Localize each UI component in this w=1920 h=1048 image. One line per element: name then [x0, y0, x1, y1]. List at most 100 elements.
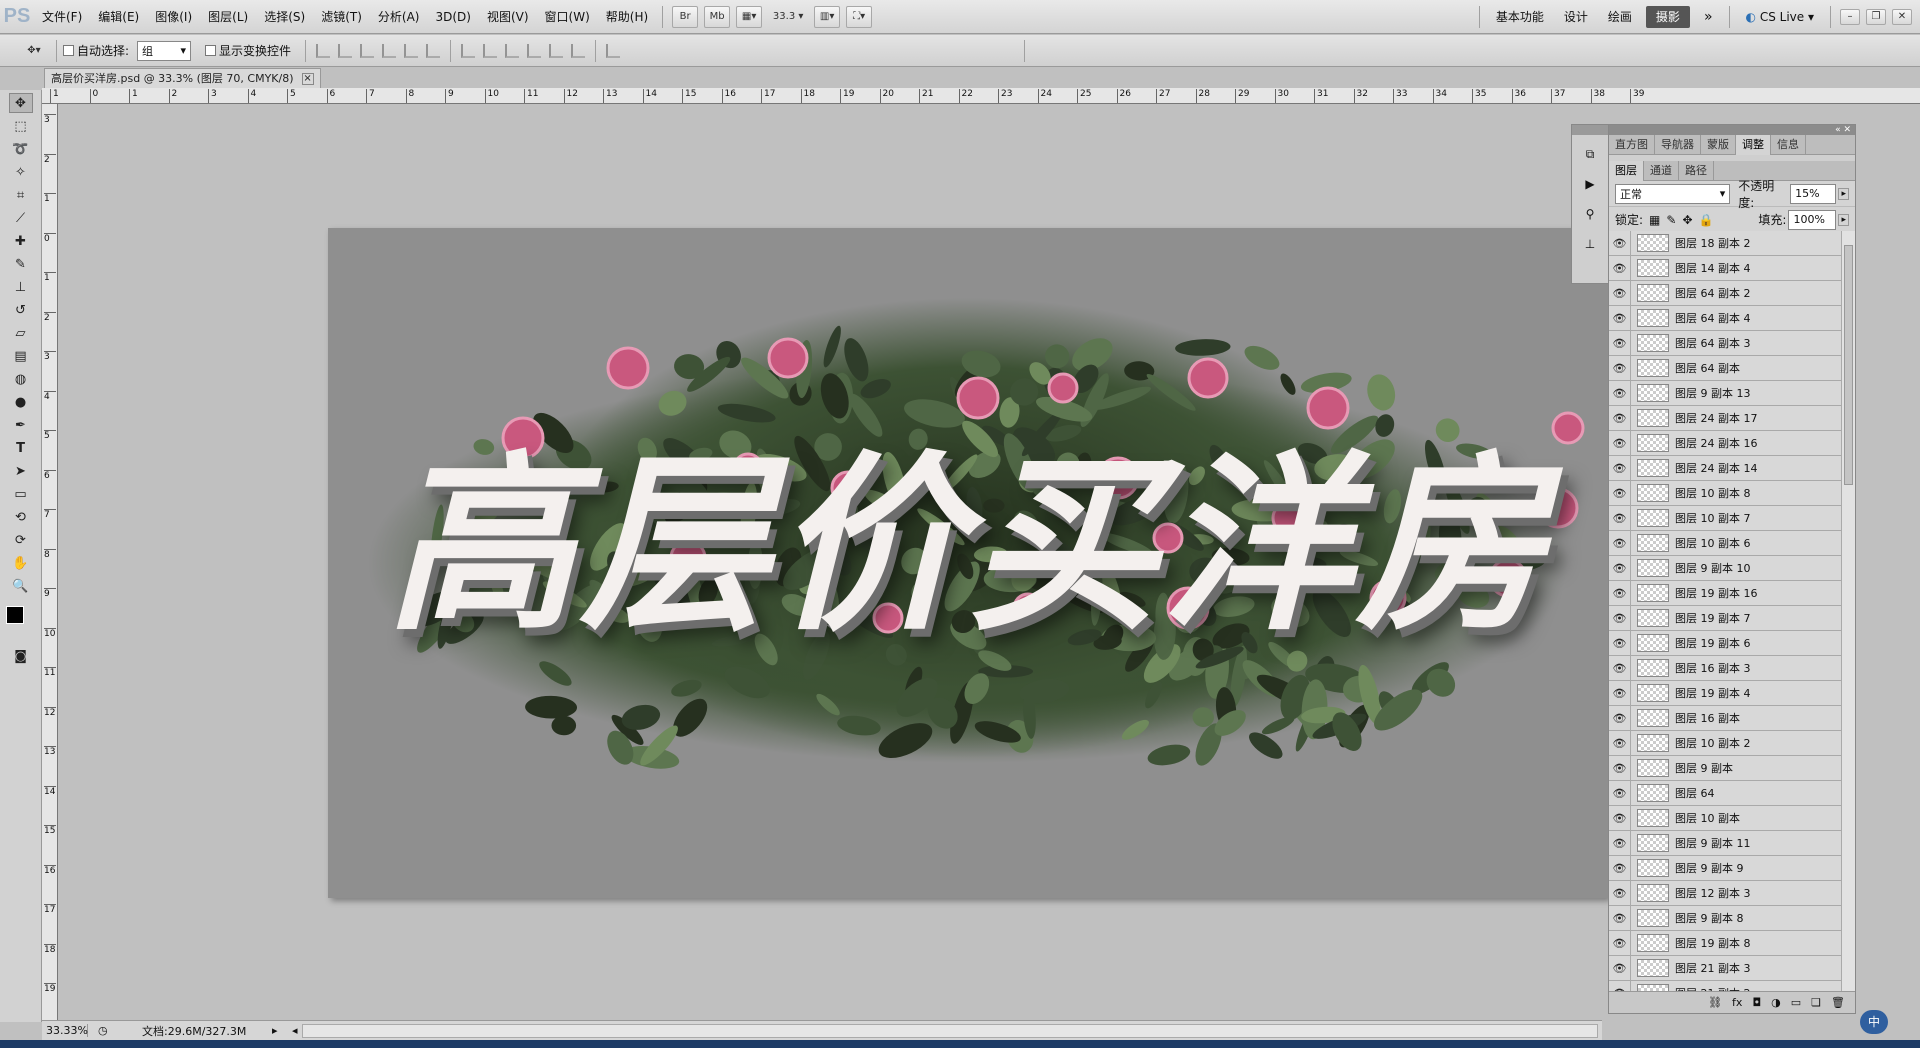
layer-row[interactable]: 👁 图层 9 副本 9	[1609, 855, 1841, 881]
lasso-tool-icon[interactable]: ➰	[9, 139, 33, 159]
visibility-eye-icon[interactable]: 👁	[1609, 780, 1631, 806]
minimize-button[interactable]: –	[1840, 8, 1860, 25]
panel-tab-4[interactable]: 信息	[1771, 134, 1806, 155]
layer-row[interactable]: 👁 图层 19 副本 8	[1609, 930, 1841, 956]
layer-row[interactable]: 👁 图层 64 副本 4	[1609, 305, 1841, 331]
lock-image-icon[interactable]: ✎	[1666, 213, 1676, 227]
link-layers-icon[interactable]: ⛓	[1708, 996, 1722, 1009]
layer-style-icon[interactable]: fx	[1732, 996, 1742, 1009]
actions-panel-icon[interactable]: ▶	[1579, 177, 1601, 195]
visibility-eye-icon[interactable]: 👁	[1609, 655, 1631, 681]
menu-item-9[interactable]: 窗口(W)	[537, 0, 598, 34]
shape-tool-icon[interactable]: ▭	[9, 484, 33, 504]
fill-slider-toggle[interactable]: ▸	[1838, 213, 1849, 226]
visibility-eye-icon[interactable]: 👁	[1609, 930, 1631, 956]
close-document-icon[interactable]: ×	[301, 72, 314, 85]
layer-row[interactable]: 👁 图层 64 副本	[1609, 355, 1841, 381]
blend-mode-dropdown[interactable]: 正常 ▾	[1615, 183, 1731, 204]
distribute-hcenter-icon[interactable]	[549, 43, 564, 58]
layer-row[interactable]: 👁 图层 10 副本	[1609, 805, 1841, 831]
dodge-tool-icon[interactable]: ●	[9, 392, 33, 412]
visibility-eye-icon[interactable]: 👁	[1609, 680, 1631, 706]
visibility-eye-icon[interactable]: 👁	[1609, 755, 1631, 781]
layer-row[interactable]: 👁 图层 64 副本 3	[1609, 330, 1841, 356]
visibility-eye-icon[interactable]: 👁	[1609, 330, 1631, 356]
clone-source-icon[interactable]: ⚲	[1579, 207, 1601, 225]
panel-tab-0[interactable]: 直方图	[1609, 134, 1655, 155]
mini-bridge-button[interactable]: Mb	[704, 5, 731, 28]
panel-tab-3[interactable]: 调整	[1736, 134, 1771, 155]
status-menu-icon[interactable]: ▸	[272, 1024, 284, 1037]
move-tool-icon[interactable]: ✥	[8, 93, 33, 113]
type-tool-icon[interactable]: T	[9, 438, 33, 458]
show-transform-checkbox[interactable]	[205, 45, 217, 56]
arrange-documents-button[interactable]: ▥▾	[814, 5, 841, 28]
document-tab[interactable]: 高层价买洋房.psd @ 33.3% (图层 70, CMYK/8) ×	[44, 68, 321, 88]
auto-align-icon[interactable]	[606, 43, 621, 58]
layer-row[interactable]: 👁 图层 10 副本 6	[1609, 530, 1841, 556]
layer-row[interactable]: 👁 图层 14 副本 4	[1609, 255, 1841, 281]
marquee-tool-icon[interactable]: ⬚	[9, 116, 33, 136]
menu-item-4[interactable]: 选择(S)	[256, 0, 313, 34]
panel-tab-1[interactable]: 导航器	[1655, 134, 1701, 155]
layer-row[interactable]: 👁 图层 64 副本 2	[1609, 280, 1841, 306]
status-zoom[interactable]: 33.33%	[42, 1024, 88, 1037]
screen-mode-button[interactable]: ⛶▾	[846, 5, 873, 28]
visibility-eye-icon[interactable]: 👁	[1609, 980, 1631, 991]
ime-badge[interactable]: 中	[1860, 1010, 1888, 1034]
layer-row[interactable]: 👁 图层 9 副本 13	[1609, 380, 1841, 406]
layer-row[interactable]: 👁 图层 9 副本	[1609, 755, 1841, 781]
visibility-eye-icon[interactable]: 👁	[1609, 231, 1631, 256]
layer-row[interactable]: 👁 图层 10 副本 7	[1609, 505, 1841, 531]
menu-item-3[interactable]: 图层(L)	[200, 0, 256, 34]
layer-row[interactable]: 👁 图层 9 副本 10	[1609, 555, 1841, 581]
document-canvas[interactable]: 高层价买洋房	[328, 228, 1608, 898]
align-left-icon[interactable]	[382, 43, 397, 58]
visibility-eye-icon[interactable]: 👁	[1609, 605, 1631, 631]
visibility-eye-icon[interactable]: 👁	[1609, 705, 1631, 731]
gradient-tool-icon[interactable]: ▤	[9, 346, 33, 366]
layer-row[interactable]: 👁 图层 24 副本 17	[1609, 405, 1841, 431]
distribute-right-icon[interactable]	[571, 43, 586, 58]
cs-live-button[interactable]: ◐ CS Live ▾	[1736, 0, 1824, 34]
visibility-eye-icon[interactable]: 👁	[1609, 630, 1631, 656]
layer-panel-tab-0[interactable]: 图层	[1609, 160, 1644, 181]
magic-wand-tool-icon[interactable]: ✧	[9, 162, 33, 182]
menu-item-0[interactable]: 文件(F)	[34, 0, 90, 34]
lock-position-icon[interactable]: ✥	[1682, 213, 1692, 227]
3d-orbit-tool-icon[interactable]: ⟳	[9, 530, 33, 550]
visibility-eye-icon[interactable]: 👁	[1609, 905, 1631, 931]
layer-row[interactable]: 👁 图层 10 副本 2	[1609, 730, 1841, 756]
visibility-eye-icon[interactable]: 👁	[1609, 280, 1631, 306]
align-top-icon[interactable]	[316, 43, 331, 58]
color-swatches[interactable]	[5, 604, 36, 638]
distribute-left-icon[interactable]	[527, 43, 542, 58]
visibility-eye-icon[interactable]: 👁	[1609, 480, 1631, 506]
blur-tool-icon[interactable]: ◍	[9, 369, 33, 389]
layer-row[interactable]: 👁 图层 19 副本 6	[1609, 630, 1841, 656]
panel-collapse-icon[interactable]: «	[1835, 125, 1841, 135]
menu-item-5[interactable]: 滤镜(T)	[313, 0, 370, 34]
zoom-level[interactable]: 33.3 ▾	[768, 6, 808, 28]
brush-tool-icon[interactable]: ✎	[9, 254, 33, 274]
layer-row[interactable]: 👁 图层 16 副本	[1609, 705, 1841, 731]
zoom-tool-icon[interactable]: 🔍	[9, 576, 33, 596]
view-extras-button[interactable]: ▦▾	[736, 5, 763, 28]
new-layer-icon[interactable]: ❏	[1811, 996, 1821, 1009]
3d-rotate-tool-icon[interactable]: ⟲	[9, 507, 33, 527]
add-mask-icon[interactable]: ◘	[1752, 996, 1761, 1009]
layer-row[interactable]: 👁 图层 9 副本 8	[1609, 905, 1841, 931]
panel-close-icon[interactable]: ✕	[1843, 125, 1851, 135]
more-workspaces-button[interactable]: »	[1694, 0, 1723, 34]
menu-item-8[interactable]: 视图(V)	[479, 0, 537, 34]
visibility-eye-icon[interactable]: 👁	[1609, 730, 1631, 756]
history-brush-tool-icon[interactable]: ↺	[9, 300, 33, 320]
pen-tool-icon[interactable]: ✒	[9, 415, 33, 435]
align-hcenter-icon[interactable]	[404, 43, 419, 58]
menu-item-7[interactable]: 3D(D)	[427, 0, 478, 34]
healing-brush-tool-icon[interactable]: ✚	[9, 231, 33, 251]
layer-row[interactable]: 👁 图层 19 副本 7	[1609, 605, 1841, 631]
opacity-field[interactable]: 15%	[1790, 183, 1837, 204]
menu-item-6[interactable]: 分析(A)	[370, 0, 428, 34]
hand-tool-icon[interactable]: ✋	[9, 553, 33, 573]
